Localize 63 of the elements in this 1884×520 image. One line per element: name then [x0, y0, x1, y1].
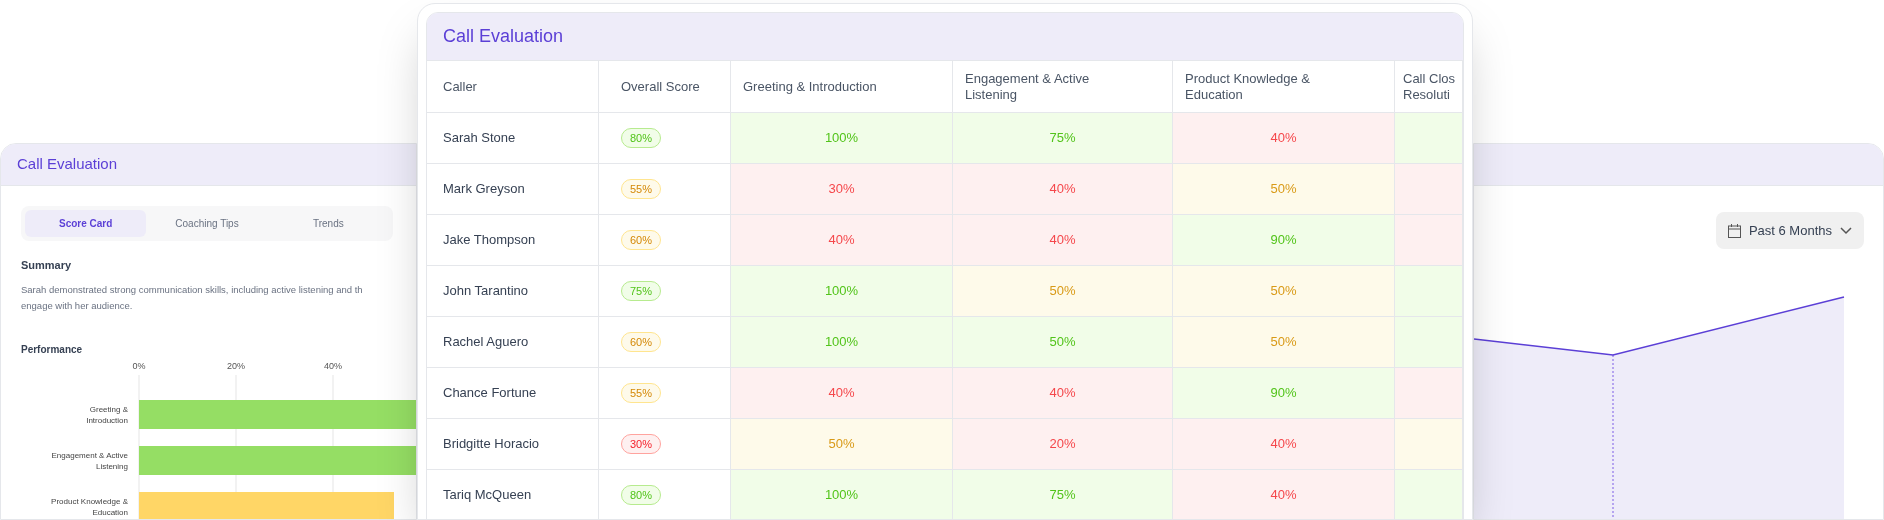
caller-name: Chance Fortune [427, 368, 599, 419]
score-cell: 40% [1173, 470, 1395, 519]
score-cell: 100% [731, 266, 953, 317]
tab[interactable]: Trends [267, 210, 389, 237]
score-cell: 50% [953, 317, 1173, 368]
caller-name: Mark Greyson [427, 164, 599, 215]
score-cell: 40% [953, 215, 1173, 266]
score-cell: 100% [731, 470, 953, 519]
column-header: Greeting & Introduction [743, 78, 877, 95]
summary-heading: Summary [21, 258, 73, 273]
score-cell: 20% [953, 419, 1173, 470]
score-cell: 40% [731, 215, 953, 266]
column-header: Call Clos Resoluti [1403, 70, 1456, 103]
score-cell: 75% [953, 470, 1173, 519]
column-header: Overall Score [621, 78, 700, 95]
score-cell: 50% [1173, 317, 1395, 368]
column-header: Engagement & Active Listening [965, 70, 1091, 103]
score-badge: 55% [621, 382, 662, 404]
chevron-down-icon [1840, 226, 1852, 235]
column-header: Caller [443, 78, 477, 95]
caller-name: Bridgitte Horacio [427, 419, 599, 470]
score-cell: 50% [1173, 266, 1395, 317]
score-badge: 55% [621, 178, 662, 200]
caller-name: Rachel Aguero [427, 317, 599, 368]
column-header: Product Knowledge & Education [1185, 70, 1312, 103]
table-title: Call Evaluation [443, 25, 564, 48]
caller-name: Jake Thompson [427, 215, 599, 266]
score-badge: 30% [621, 433, 662, 455]
score-cell: 90% [1173, 368, 1395, 419]
score-cell: 40% [953, 368, 1173, 419]
bar-label: Engagement & Active Listening [51, 450, 128, 471]
caller-name: Sarah Stone [427, 113, 599, 164]
score-badge: 75% [621, 280, 662, 302]
score-cell: 90% [1173, 215, 1395, 266]
summary-text: Sarah demonstrated strong communication skills, including active listening and th engage with her audience. [21, 282, 363, 313]
score-cell: 50% [1173, 164, 1395, 215]
bar-label: Greeting & Introduction [86, 404, 128, 425]
period-dropdown[interactable]: Past 6 Months [1715, 212, 1864, 249]
tab[interactable]: Coaching Tips [146, 210, 268, 237]
score-cell: 75% [953, 113, 1173, 164]
score-cell: 100% [731, 317, 953, 368]
performance-heading: Performance [21, 342, 83, 357]
score-badge: 80% [621, 127, 662, 149]
score-badge: 80% [621, 484, 662, 506]
score-cell: 30% [731, 164, 953, 215]
axis-tick-label: 40% [324, 360, 342, 371]
score-cell: 100% [731, 113, 953, 164]
tab[interactable]: Score Card [25, 210, 147, 237]
score-cell: 50% [731, 419, 953, 470]
calendar-icon [1727, 223, 1741, 238]
bar-label: Product Knowledge & Education [51, 496, 128, 517]
score-cell: 40% [953, 164, 1173, 215]
score-badge: 60% [621, 229, 662, 251]
score-cell: 40% [731, 368, 953, 419]
caller-name: Tariq McQueen [427, 470, 599, 519]
panel-title: Call Evaluation [17, 154, 118, 175]
caller-name: John Tarantino [427, 266, 599, 317]
score-cell: 40% [1173, 419, 1395, 470]
score-cell: 40% [1173, 113, 1395, 164]
axis-tick-label: 20% [227, 360, 245, 371]
score-badge: 60% [621, 331, 662, 353]
score-cell: 50% [953, 266, 1173, 317]
axis-tick-label: 0% [132, 360, 146, 371]
